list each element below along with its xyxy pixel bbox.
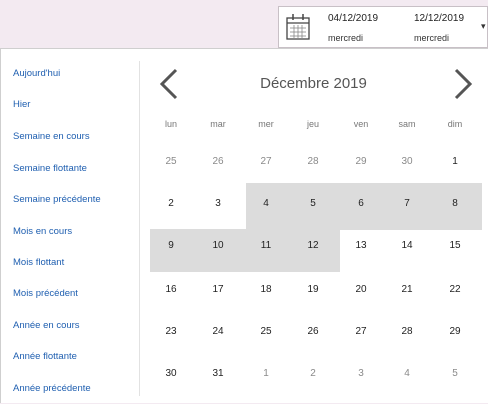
- day-cell[interactable]: 19: [293, 279, 333, 301]
- day-cell[interactable]: 28: [293, 151, 333, 173]
- day-cell[interactable]: 12: [293, 235, 333, 257]
- day-cell[interactable]: 30: [387, 151, 427, 173]
- date-picker-panel: Aujourd'hui Hier Semaine en cours Semain…: [0, 48, 488, 403]
- day-cell[interactable]: 20: [341, 279, 381, 301]
- start-day: mercredi: [328, 33, 364, 43]
- day-cell[interactable]: 25: [246, 321, 286, 343]
- day-cell[interactable]: 26: [198, 151, 238, 173]
- day-cell[interactable]: 5: [435, 363, 475, 385]
- chevron-right-icon: [454, 68, 473, 100]
- preset-current-month[interactable]: Mois en cours: [13, 226, 72, 237]
- day-cell[interactable]: 2: [293, 363, 333, 385]
- preset-previous-year[interactable]: Année précédente: [13, 383, 91, 394]
- day-cell[interactable]: 17: [198, 279, 238, 301]
- day-cell[interactable]: 11: [246, 235, 286, 257]
- panel-divider: [139, 61, 140, 396]
- start-date: 04/12/2019: [328, 13, 379, 24]
- day-cell[interactable]: 1: [435, 151, 475, 173]
- day-cell[interactable]: 27: [246, 151, 286, 173]
- day-cell[interactable]: 18: [246, 279, 286, 301]
- preset-previous-week[interactable]: Semaine précédente: [13, 194, 101, 205]
- day-cell[interactable]: 2: [151, 193, 191, 215]
- day-cell[interactable]: 15: [435, 235, 475, 257]
- preset-list: Aujourd'hui Hier Semaine en cours Semain…: [1, 49, 139, 404]
- day-cell[interactable]: 3: [341, 363, 381, 385]
- day-cell[interactable]: 16: [151, 279, 191, 301]
- day-cell[interactable]: 4: [387, 363, 427, 385]
- preset-yesterday[interactable]: Hier: [13, 99, 30, 110]
- weekday-6: dim: [447, 119, 463, 129]
- day-cell[interactable]: 23: [151, 321, 191, 343]
- day-cell[interactable]: 5: [293, 193, 333, 215]
- weekday-4: ven: [353, 119, 369, 129]
- preset-previous-month[interactable]: Mois précédent: [13, 288, 78, 299]
- preset-current-year[interactable]: Année en cours: [13, 320, 80, 331]
- day-cell[interactable]: 25: [151, 151, 191, 173]
- day-cell[interactable]: 6: [341, 193, 381, 215]
- preset-rolling-year[interactable]: Année flottante: [13, 351, 77, 362]
- day-cell[interactable]: 24: [198, 321, 238, 343]
- date-range-field[interactable]: 04/12/2019 mercredi - 12/12/2019 mercred…: [278, 6, 488, 48]
- weekday-3: jeu: [306, 119, 319, 129]
- preset-today[interactable]: Aujourd'hui: [13, 68, 60, 79]
- day-cell[interactable]: 10: [198, 235, 238, 257]
- chevron-left-icon: [159, 68, 178, 100]
- day-cell[interactable]: 21: [387, 279, 427, 301]
- day-cell[interactable]: 30: [151, 363, 191, 385]
- calendar-icon: [285, 12, 311, 47]
- weekday-1: mar: [210, 119, 226, 129]
- dropdown-arrow-icon[interactable]: ▾: [481, 21, 486, 32]
- preset-current-week[interactable]: Semaine en cours: [13, 131, 90, 142]
- day-cell[interactable]: 3: [198, 193, 238, 215]
- preset-rolling-month[interactable]: Mois flottant: [13, 257, 64, 268]
- next-month-button[interactable]: [451, 67, 475, 106]
- weekday-5: sam: [398, 119, 416, 129]
- day-cell[interactable]: 26: [293, 321, 333, 343]
- day-cell[interactable]: 29: [341, 151, 381, 173]
- day-cell[interactable]: 1: [246, 363, 286, 385]
- day-cell[interactable]: 27: [341, 321, 381, 343]
- month-title: Décembre 2019: [260, 75, 367, 92]
- day-cell[interactable]: 22: [435, 279, 475, 301]
- weekday-2: mer: [258, 119, 274, 129]
- day-cell[interactable]: 4: [246, 193, 286, 215]
- end-date: 12/12/2019: [414, 13, 465, 24]
- end-day: mercredi: [414, 33, 450, 43]
- day-cell[interactable]: 14: [387, 235, 427, 257]
- day-cell[interactable]: 13: [341, 235, 381, 257]
- day-cell[interactable]: 8: [435, 193, 475, 215]
- day-cell[interactable]: 7: [387, 193, 427, 215]
- day-cell[interactable]: 31: [198, 363, 238, 385]
- preset-rolling-week[interactable]: Semaine flottante: [13, 163, 87, 174]
- weekday-0: lun: [164, 119, 177, 129]
- day-cell[interactable]: 29: [435, 321, 475, 343]
- prev-month-button[interactable]: [157, 67, 181, 106]
- day-cell[interactable]: 9: [151, 235, 191, 257]
- day-cell[interactable]: 28: [387, 321, 427, 343]
